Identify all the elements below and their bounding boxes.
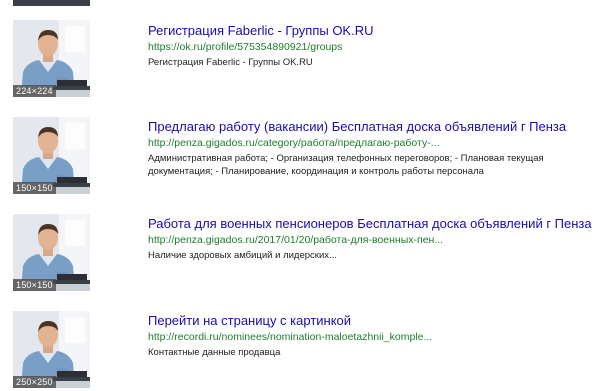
result-title-link[interactable]: Работа для военных пенсионеров Бесплатна…: [148, 215, 608, 232]
previous-result-thumbnail[interactable]: [13, 0, 90, 6]
result-title-link[interactable]: Перейти на страницу с картинкой: [148, 312, 608, 329]
result-thumbnail[interactable]: 150×150: [13, 117, 90, 194]
result-thumbnail[interactable]: 150×150: [13, 214, 90, 291]
result-snippet: Наличие здоровых амбиций и лидерских...: [148, 250, 337, 261]
result-url[interactable]: http://penza.gigados.ru/2017/01/20/работ…: [148, 233, 608, 247]
result-title-link[interactable]: Предлагаю работу (вакансии) Бесплатная д…: [148, 118, 608, 135]
thumbnail-size-label: 224×224: [13, 85, 56, 97]
result-snippet: Контактные данные продавца: [148, 347, 281, 358]
result-url[interactable]: http://recordi.ru/nominees/nomination-ma…: [148, 330, 608, 344]
image-results-list: 224×224 Регистрация Faberlic - Группы OK…: [0, 0, 614, 391]
result-snippet: Административная работа; - Организация т…: [148, 153, 544, 177]
result-title-link[interactable]: Регистрация Faberlic - Группы OK.RU: [148, 22, 608, 39]
result-thumbnail[interactable]: 250×250: [13, 311, 90, 388]
thumbnail-size-label: 150×150: [13, 279, 56, 291]
result-url[interactable]: http://penza.gigados.ru/category/работа/…: [148, 136, 608, 150]
thumbnail-size-label: 150×150: [13, 182, 56, 194]
thumbnail-size-label: 250×250: [13, 376, 56, 388]
result-thumbnail[interactable]: 224×224: [13, 20, 90, 97]
result-snippet: Регистрация Faberlic - Группы OK.RU: [148, 57, 313, 68]
result-url[interactable]: https://ok.ru/profile/575354890921/group…: [148, 40, 608, 54]
